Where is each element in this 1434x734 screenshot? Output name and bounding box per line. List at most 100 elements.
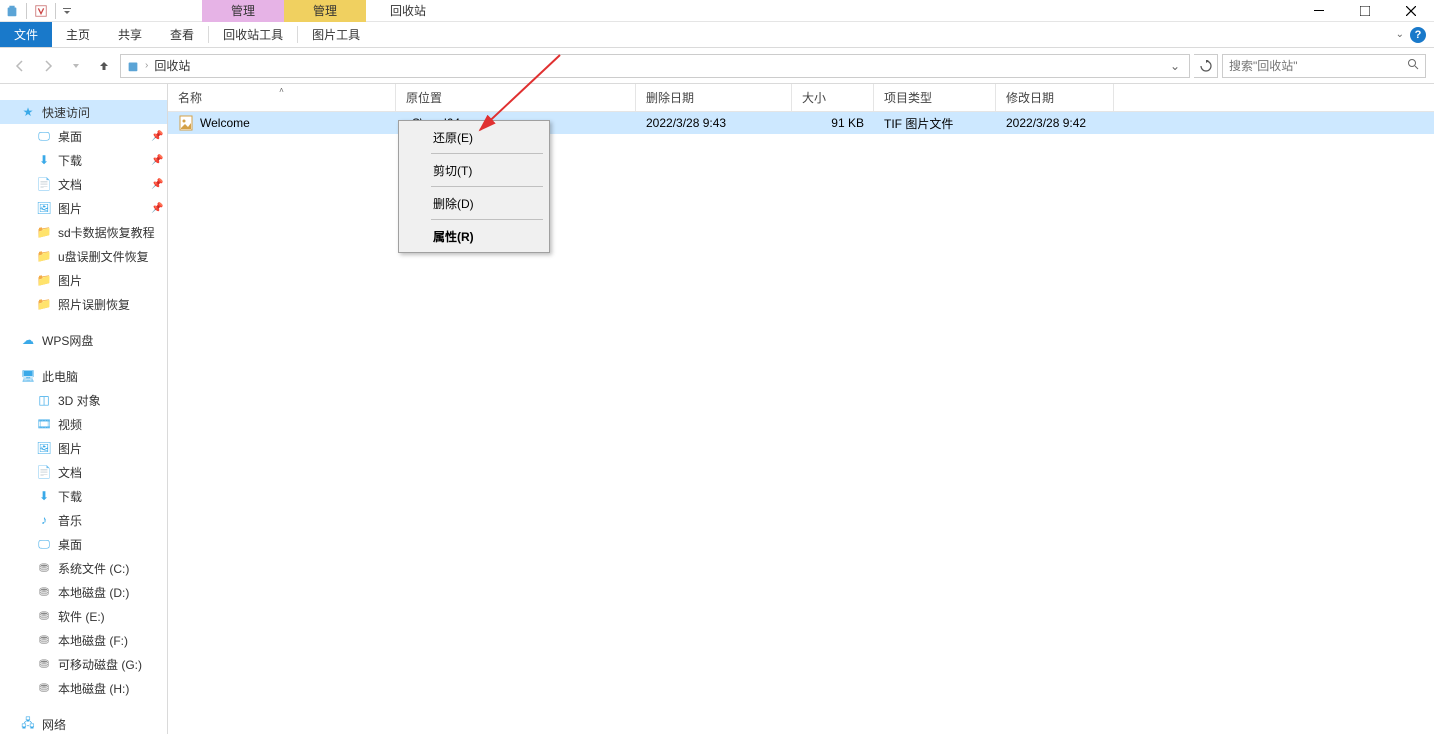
column-header-item-type[interactable]: 项目类型 [874, 84, 996, 111]
close-button[interactable] [1388, 0, 1434, 22]
sidebar-item-folder[interactable]: 📁 u盘误删文件恢复 [0, 244, 167, 268]
recycle-bin-icon[interactable] [4, 3, 20, 19]
sidebar-item-label: 3D 对象 [58, 392, 167, 409]
drive-icon: ⛃ [36, 560, 52, 576]
address-dropdown-icon[interactable]: ⌄ [1165, 59, 1185, 73]
file-name: Welcome [200, 116, 250, 130]
column-header-date-deleted[interactable]: 删除日期 [636, 84, 792, 111]
ribbon-collapse-icon[interactable]: ⌄ [1396, 29, 1404, 40]
download-icon: ⬇ [36, 488, 52, 504]
folder-icon: 📁 [36, 272, 52, 288]
context-tab-manage-2[interactable]: 管理 [284, 0, 366, 22]
sidebar-item-pictures[interactable]: 🖼 图片 📌 [0, 196, 167, 220]
ribbon-tab-home[interactable]: 主页 [52, 22, 104, 47]
sidebar-item-desktop[interactable]: 🖵 桌面 📌 [0, 124, 167, 148]
context-menu-cut[interactable]: 剪切(T) [401, 156, 547, 184]
address-bar[interactable]: › 回收站 ⌄ [120, 54, 1190, 78]
column-header-name[interactable]: 名称 ˄ [168, 84, 396, 111]
sidebar-item-label: 图片 [58, 200, 145, 217]
sidebar-quick-access[interactable]: ★ 快速访问 [0, 100, 167, 124]
context-menu-delete[interactable]: 删除(D) [401, 189, 547, 217]
sidebar-item-label: 本地磁盘 (D:) [58, 584, 167, 601]
search-box[interactable] [1222, 54, 1426, 78]
ribbon-tab-picture-tools[interactable]: 图片工具 [298, 22, 374, 47]
sidebar-item-3d[interactable]: ◫ 3D 对象 [0, 388, 167, 412]
back-button[interactable] [8, 54, 32, 78]
sidebar-item-documents[interactable]: 📄 文档 [0, 460, 167, 484]
context-tab-manage-1[interactable]: 管理 [202, 0, 284, 22]
properties-icon[interactable] [33, 3, 49, 19]
sidebar-item-folder[interactable]: 📁 照片误删恢复 [0, 292, 167, 316]
pin-icon: 📌 [151, 203, 163, 214]
cell-date-deleted: 2022/3/28 9:43 [636, 116, 792, 130]
file-list: 名称 ˄ 原位置 删除日期 大小 项目类型 修改日期 Welcome xS\am… [168, 84, 1434, 734]
drive-icon: ⛃ [36, 680, 52, 696]
download-icon: ⬇ [36, 152, 52, 168]
context-menu-restore[interactable]: 还原(E) [401, 123, 547, 151]
cell-size: 91 KB [792, 116, 874, 130]
drive-icon: ⛃ [36, 608, 52, 624]
up-button[interactable] [92, 54, 116, 78]
chevron-right-icon[interactable]: › [145, 60, 148, 71]
context-menu-properties[interactable]: 属性(R) [401, 222, 547, 250]
ribbon-tab-share[interactable]: 共享 [104, 22, 156, 47]
sidebar-item-folder[interactable]: 📁 图片 [0, 268, 167, 292]
sidebar-item-drive-f[interactable]: ⛃ 本地磁盘 (F:) [0, 628, 167, 652]
cell-item-type: TIF 图片文件 [874, 115, 996, 132]
forward-button[interactable] [36, 54, 60, 78]
sidebar-item-pictures[interactable]: 🖼 图片 [0, 436, 167, 460]
sidebar-item-videos[interactable]: 🎞 视频 [0, 412, 167, 436]
sidebar-item-label: 文档 [58, 464, 167, 481]
drive-icon: ⛃ [36, 656, 52, 672]
breadcrumb-segment[interactable]: 回收站 [152, 57, 192, 74]
refresh-button[interactable] [1194, 54, 1218, 78]
sidebar-item-music[interactable]: ♪ 音乐 [0, 508, 167, 532]
document-icon: 📄 [36, 464, 52, 480]
column-header-original-location[interactable]: 原位置 [396, 84, 636, 111]
sidebar-wps[interactable]: ☁ WPS网盘 [0, 328, 167, 352]
recent-dropdown-icon[interactable] [64, 54, 88, 78]
maximize-button[interactable] [1342, 0, 1388, 22]
column-header-size[interactable]: 大小 [792, 84, 874, 111]
sidebar-item-documents[interactable]: 📄 文档 📌 [0, 172, 167, 196]
drive-icon: ⛃ [36, 584, 52, 600]
minimize-button[interactable] [1296, 0, 1342, 22]
sidebar-item-downloads[interactable]: ⬇ 下载 📌 [0, 148, 167, 172]
table-row[interactable]: Welcome xS\amd64_... 2022/3/28 9:43 91 K… [168, 112, 1434, 134]
qat-dropdown-icon[interactable] [62, 3, 72, 19]
sidebar-this-pc[interactable]: 🖥 此电脑 [0, 364, 167, 388]
sidebar-network[interactable]: 🖧 网络 [0, 712, 167, 734]
sidebar-item-label: 照片误删恢复 [58, 296, 167, 313]
cell-date-modified: 2022/3/28 9:42 [996, 116, 1114, 130]
3d-icon: ◫ [36, 392, 52, 408]
search-input[interactable] [1229, 59, 1407, 73]
sidebar-item-label: 下载 [58, 488, 167, 505]
sidebar-item-drive-h[interactable]: ⛃ 本地磁盘 (H:) [0, 676, 167, 700]
sidebar-item-label: 网络 [42, 716, 167, 733]
sidebar-item-label: sd卡数据恢复教程 [58, 224, 167, 241]
navigation-bar: › 回收站 ⌄ [0, 48, 1434, 84]
sidebar-item-folder[interactable]: 📁 sd卡数据恢复教程 [0, 220, 167, 244]
star-icon: ★ [20, 104, 36, 120]
help-icon[interactable]: ? [1410, 27, 1426, 43]
sidebar-item-drive-e[interactable]: ⛃ 软件 (E:) [0, 604, 167, 628]
column-header-date-modified[interactable]: 修改日期 [996, 84, 1114, 111]
ribbon-tab-recycle-tools[interactable]: 回收站工具 [209, 22, 297, 47]
sidebar-item-label: 可移动磁盘 (G:) [58, 656, 167, 673]
sort-ascending-icon: ˄ [279, 86, 284, 95]
pin-icon: 📌 [151, 179, 163, 190]
search-icon[interactable] [1407, 58, 1419, 73]
sidebar-item-label: u盘误删文件恢复 [58, 248, 167, 265]
ribbon: 文件 主页 共享 查看 回收站工具 图片工具 ⌄ ? [0, 22, 1434, 48]
picture-icon: 🖼 [36, 440, 52, 456]
sidebar-item-drive-g[interactable]: ⛃ 可移动磁盘 (G:) [0, 652, 167, 676]
sidebar-item-drive-c[interactable]: ⛃ 系统文件 (C:) [0, 556, 167, 580]
sidebar-item-label: WPS网盘 [42, 332, 167, 349]
file-tab[interactable]: 文件 [0, 22, 52, 47]
sidebar-item-drive-d[interactable]: ⛃ 本地磁盘 (D:) [0, 580, 167, 604]
separator [26, 3, 27, 19]
ribbon-tab-view[interactable]: 查看 [156, 22, 208, 47]
sidebar-item-desktop[interactable]: 🖵 桌面 [0, 532, 167, 556]
quick-access-toolbar [0, 3, 72, 19]
sidebar-item-downloads[interactable]: ⬇ 下载 [0, 484, 167, 508]
